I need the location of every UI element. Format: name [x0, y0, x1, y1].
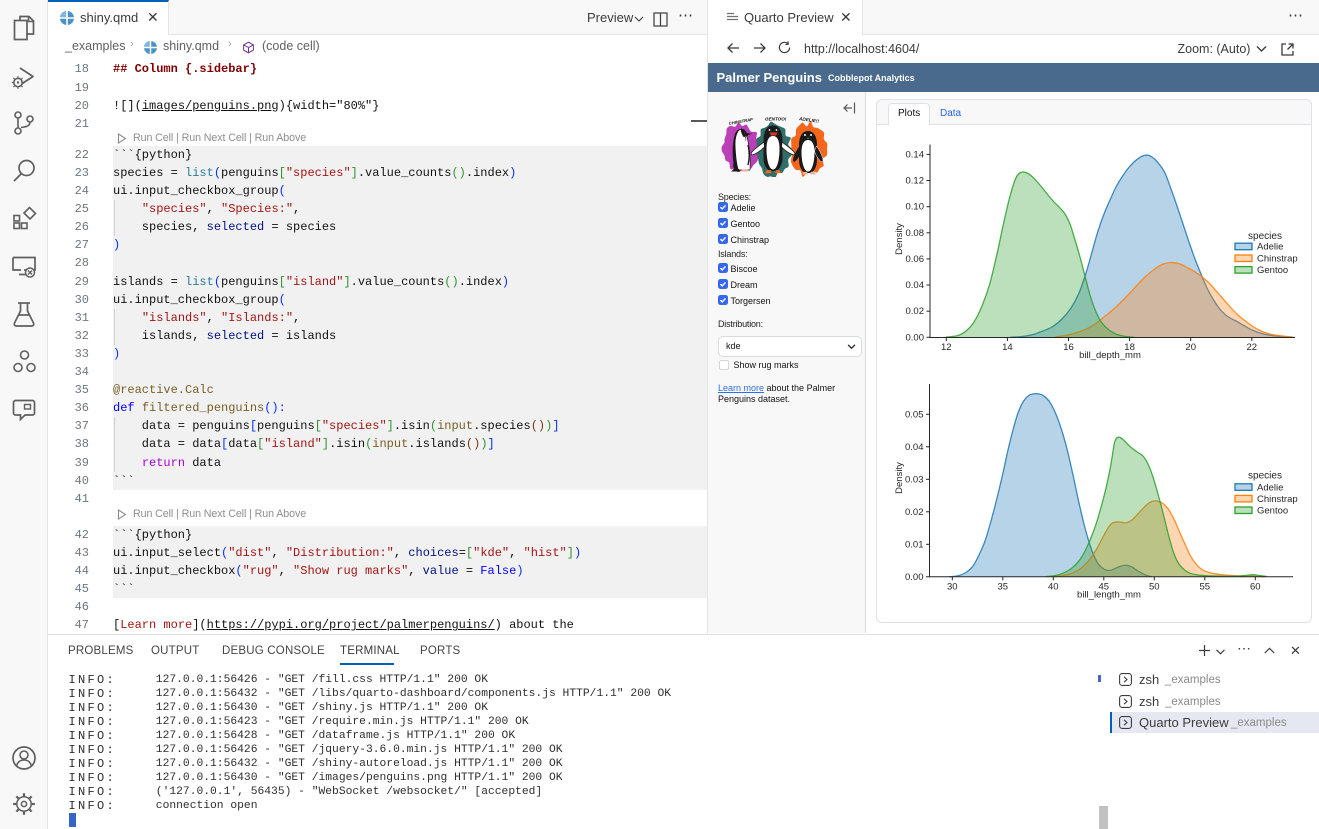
svg-text:16: 16 — [1063, 342, 1074, 353]
svg-text:GENTOO!: GENTOO! — [765, 117, 787, 122]
svg-text:30: 30 — [947, 582, 958, 593]
svg-text:20: 20 — [1185, 342, 1196, 353]
svg-text:0.10: 0.10 — [906, 202, 925, 213]
svg-text:0.06: 0.06 — [906, 254, 925, 265]
svg-text:species: species — [1248, 231, 1282, 242]
svg-text:Adelie: Adelie — [1257, 242, 1283, 253]
svg-text:50: 50 — [1149, 582, 1160, 593]
svg-text:bill_depth_mm: bill_depth_mm — [1079, 350, 1141, 361]
svg-text:Density: Density — [894, 462, 905, 494]
svg-text:Chinstrap: Chinstrap — [1257, 494, 1298, 505]
svg-text:0.08: 0.08 — [906, 228, 925, 239]
svg-text:Chinstrap: Chinstrap — [1257, 254, 1298, 265]
svg-text:0.12: 0.12 — [906, 176, 925, 187]
svg-text:ADELIE!!: ADELIE!! — [798, 116, 820, 124]
svg-text:0.00: 0.00 — [905, 572, 924, 583]
svg-text:0.00: 0.00 — [906, 332, 925, 343]
svg-text:species: species — [1248, 471, 1282, 482]
svg-text:Adelie: Adelie — [1257, 482, 1283, 493]
svg-text:Density: Density — [894, 223, 905, 255]
svg-text:0.02: 0.02 — [905, 507, 924, 518]
svg-text:12: 12 — [941, 342, 952, 353]
svg-text:Gentoo: Gentoo — [1257, 265, 1288, 276]
svg-text:CHINSTRAP: CHINSTRAP — [728, 117, 753, 126]
svg-text:60: 60 — [1250, 582, 1261, 593]
svg-text:0.03: 0.03 — [905, 474, 924, 485]
svg-text:35: 35 — [998, 582, 1009, 593]
svg-text:bill_length_mm: bill_length_mm — [1077, 590, 1141, 601]
svg-text:0.02: 0.02 — [906, 306, 925, 317]
svg-text:55: 55 — [1200, 582, 1211, 593]
svg-text:14: 14 — [1002, 342, 1013, 353]
svg-text:40: 40 — [1048, 582, 1059, 593]
svg-text:0.14: 0.14 — [906, 149, 925, 160]
svg-text:0.04: 0.04 — [905, 442, 924, 453]
svg-text:22: 22 — [1247, 342, 1258, 353]
svg-text:0.05: 0.05 — [905, 409, 924, 420]
svg-text:0.01: 0.01 — [905, 539, 924, 550]
svg-text:Gentoo: Gentoo — [1257, 506, 1288, 517]
svg-text:0.04: 0.04 — [906, 280, 925, 291]
